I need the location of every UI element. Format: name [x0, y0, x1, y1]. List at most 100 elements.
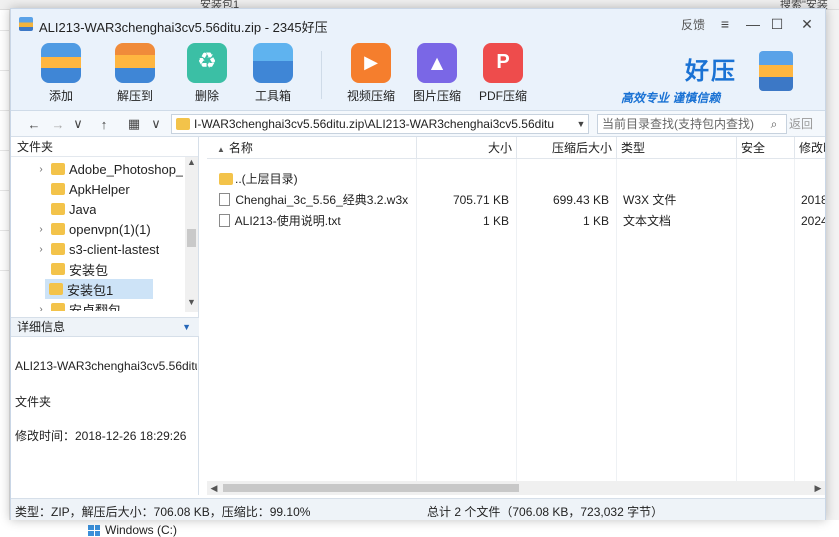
archive-info: 类型：ZIP，解压后大小：706.08 KB，压缩比：99.10% — [15, 505, 311, 519]
folder-icon — [50, 163, 65, 175]
tree-item[interactable]: Java — [11, 199, 183, 219]
window-title: ALI213-WAR3chenghai3cv5.56ditu.zip - 234… — [39, 20, 328, 35]
pdf-compress-label: PDF压缩 — [478, 89, 527, 103]
path-text: I-WAR3chenghai3cv5.56ditu.zip\ALI213-WAR… — [194, 117, 554, 131]
scroll-right-icon[interactable]: ▶ — [811, 481, 825, 495]
add-label: 添加 — [48, 89, 73, 103]
file-total: 总计 2 个文件（706.08 KB，723,032 字节） — [427, 505, 664, 519]
folder-icon — [219, 173, 233, 185]
tree-item[interactable]: 安装包 — [11, 259, 183, 279]
add-button[interactable]: 添加 — [31, 43, 91, 105]
file-row[interactable]: Chenghai_3c_5.56_经典3.2.w3x 705.71 KB 699… — [207, 190, 825, 211]
recycle-bin-icon — [187, 43, 227, 83]
brand-slogan: 高效专业 谨慎信赖 — [621, 91, 721, 105]
detail-type: 文件夹 — [15, 395, 52, 409]
video-compress-label: 视频压缩 — [346, 89, 395, 103]
folder-icon — [51, 203, 65, 215]
folder-icon — [51, 263, 65, 275]
address-bar: ← → ∨ ↑ ▦ ∨ I-WAR3chenghai3cv5.56ditu.zi… — [11, 111, 825, 137]
haozip-logo-icon — [759, 51, 793, 91]
brand-logo[interactable]: 好压 高效专业 谨慎信赖 — [619, 49, 819, 105]
forward-arrow-icon[interactable]: → — [49, 115, 67, 133]
tree-item[interactable]: › openvpn(1)(1) — [11, 219, 183, 239]
folder-icon — [49, 283, 63, 295]
brand-name: 好压 — [685, 58, 737, 85]
tree-item[interactable]: › Adobe_Photoshop_ — [11, 159, 183, 179]
background-explorer-footer: Windows (C:) — [0, 520, 839, 537]
expand-chevron-icon[interactable]: › — [35, 304, 47, 312]
file-row[interactable]: ALI213-使用说明.txt 1 KB 1 KB 文本文档 2024- — [207, 211, 825, 232]
path-field[interactable]: I-WAR3chenghai3cv5.56ditu.zip\ALI213-WAR… — [171, 114, 589, 134]
expand-chevron-icon[interactable]: › — [35, 164, 47, 175]
file-list: ▲名称 大小 压缩后大小 类型 安全 修改时间 ..(上层目录) Chengha… — [207, 137, 825, 481]
folder-tree: › Adobe_Photoshop_ ApkHelper Java › openvp… — [11, 157, 199, 311]
video-icon — [351, 43, 391, 83]
column-type[interactable]: 类型 — [617, 137, 737, 159]
search-input[interactable] — [598, 117, 766, 131]
search-box[interactable]: ⌕ — [597, 114, 787, 134]
extract-label: 解压到 — [116, 89, 153, 103]
folder-icon — [51, 243, 65, 255]
scroll-thumb[interactable] — [223, 484, 519, 492]
scroll-left-icon[interactable]: ◀ — [207, 481, 221, 495]
add-archive-icon — [41, 43, 81, 83]
folder-pane-header: 文件夹 — [11, 137, 198, 157]
maximize-button[interactable]: ☐ — [767, 14, 787, 34]
expand-chevron-icon[interactable]: › — [35, 224, 47, 235]
pdf-compress-button[interactable]: PDF压缩 — [473, 43, 533, 105]
folder-tree-scrollbar[interactable]: ▲ ▼ — [185, 157, 198, 312]
column-name[interactable]: ▲ 名称 — [207, 137, 417, 159]
app-icon — [19, 17, 33, 31]
history-chevron-icon[interactable]: ∨ — [69, 115, 87, 133]
column-size[interactable]: 大小 — [417, 137, 517, 159]
search-icon[interactable]: ⌕ — [766, 117, 782, 132]
background-drive-item[interactable]: Windows (C:) — [88, 523, 177, 537]
scroll-down-icon[interactable]: ▼ — [185, 297, 198, 311]
column-security[interactable]: 安全 — [737, 137, 795, 159]
view-mode-chevron-icon[interactable]: ∨ — [147, 115, 165, 133]
detail-name: ALI213-WAR3chenghai3cv5.56ditu — [15, 359, 197, 373]
extract-button[interactable]: 解压到 — [105, 43, 165, 105]
toolbar: 添加 解压到 删除 工具箱 视频压缩 图片压缩 PDF压缩 好压 — [11, 39, 825, 111]
column-packed-size[interactable]: 压缩后大小 — [517, 137, 617, 159]
delete-button[interactable]: 删除 — [177, 43, 237, 105]
minimize-button[interactable]: — — [743, 14, 763, 34]
image-compress-button[interactable]: 图片压缩 — [407, 43, 467, 105]
scroll-up-icon[interactable]: ▲ — [185, 157, 198, 171]
drive-label: Windows (C:) — [105, 523, 178, 537]
path-dropdown-icon[interactable]: ▼ — [574, 119, 588, 129]
return-button[interactable]: 返回 — [789, 115, 813, 132]
toolbar-divider — [321, 51, 322, 99]
tree-item[interactable]: ApkHelper — [11, 179, 183, 199]
column-modified[interactable]: 修改时间 — [795, 137, 825, 159]
video-compress-button[interactable]: 视频压缩 — [341, 43, 401, 105]
windows-drive-icon — [88, 524, 100, 536]
file-list-scrollbar[interactable]: ◀ ▶ — [207, 481, 825, 495]
title-bar: ALI213-WAR3chenghai3cv5.56ditu.zip - 234… — [11, 9, 825, 39]
delete-label: 删除 — [194, 89, 219, 103]
feedback-link[interactable]: 反馈 — [681, 16, 705, 33]
menu-icon[interactable]: ≡ — [715, 14, 735, 34]
close-button[interactable]: ✕ — [797, 14, 817, 34]
details-header[interactable]: 详细信息 ▼ — [11, 317, 199, 337]
collapse-arrow-icon[interactable]: ▼ — [182, 318, 191, 336]
tree-item-selected[interactable]: 安装包1 — [45, 279, 153, 299]
toolbox-button[interactable]: 工具箱 — [243, 43, 303, 105]
image-icon — [417, 43, 457, 83]
expand-chevron-icon[interactable]: › — [35, 244, 47, 255]
up-arrow-icon[interactable]: ↑ — [95, 115, 113, 133]
folder-icon — [176, 118, 190, 130]
folder-icon — [51, 183, 65, 195]
sort-arrow-icon: ▲ — [217, 145, 225, 154]
view-mode-icon[interactable]: ▦ — [125, 115, 143, 133]
image-compress-label: 图片压缩 — [412, 89, 461, 103]
back-arrow-icon[interactable]: ← — [25, 115, 43, 133]
background-explorer-sidebar — [0, 10, 10, 537]
file-row[interactable]: ..(上层目录) — [207, 169, 825, 190]
tree-item[interactable]: › s3-client-lastest — [11, 239, 183, 259]
scroll-thumb[interactable] — [187, 229, 196, 247]
detail-modified: 修改时间：2018-12-26 18:29:26 — [15, 429, 187, 443]
archive-window: ALI213-WAR3chenghai3cv5.56ditu.zip - 234… — [10, 8, 826, 520]
folder-pane: 文件夹 › Adobe_Photoshop_ ApkHelper Java › op… — [11, 137, 199, 495]
tree-item[interactable]: › 安卓翻包 — [11, 299, 183, 311]
